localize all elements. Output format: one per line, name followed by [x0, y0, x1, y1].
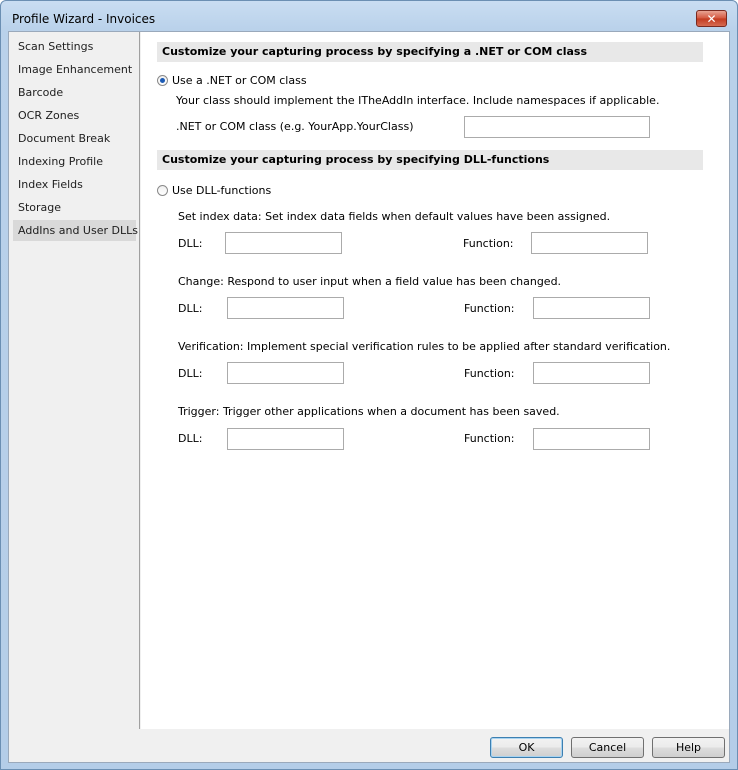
- change-description: Change: Respond to user input when a fie…: [178, 275, 562, 288]
- sidebar-item-index-fields[interactable]: Index Fields: [13, 174, 136, 195]
- net-class-radio-label[interactable]: Use a .NET or COM class: [172, 74, 307, 87]
- settings-panel: Customize your capturing process by spec…: [141, 32, 729, 729]
- sidebar-item-addins-user-dlls[interactable]: AddIns and User DLLs: [13, 220, 138, 241]
- title-bar[interactable]: Profile Wizard - Invoices ✕: [1, 1, 737, 33]
- sidebar-item-barcode[interactable]: Barcode: [13, 82, 136, 103]
- sidebar-item-indexing-profile[interactable]: Indexing Profile: [13, 151, 136, 172]
- verification-description: Verification: Implement special verifica…: [178, 340, 671, 353]
- sidebar-item-scan-settings[interactable]: Scan Settings: [13, 36, 136, 57]
- wizard-sidebar: Scan Settings Image Enhancement Barcode …: [9, 32, 140, 729]
- close-icon: ✕: [706, 12, 717, 26]
- trigger-function-input[interactable]: [533, 428, 650, 450]
- trigger-description: Trigger: Trigger other applications when…: [178, 405, 560, 418]
- sidebar-item-storage[interactable]: Storage: [13, 197, 136, 218]
- help-button[interactable]: Help: [652, 737, 725, 758]
- net-class-input[interactable]: [464, 116, 650, 138]
- dialog-button-bar: OK Cancel Help: [9, 729, 729, 762]
- net-class-label: .NET or COM class (e.g. YourApp.YourClas…: [176, 120, 414, 133]
- set-index-dll-input[interactable]: [225, 232, 342, 254]
- verification-dll-label: DLL:: [178, 367, 203, 380]
- set-index-function-input[interactable]: [531, 232, 648, 254]
- trigger-dll-label: DLL:: [178, 432, 203, 445]
- trigger-dll-input[interactable]: [227, 428, 344, 450]
- change-dll-input[interactable]: [227, 297, 344, 319]
- net-class-radio-row[interactable]: Use a .NET or COM class: [157, 73, 307, 89]
- change-dll-label: DLL:: [178, 302, 203, 315]
- change-function-input[interactable]: [533, 297, 650, 319]
- sidebar-item-ocr-zones[interactable]: OCR Zones: [13, 105, 136, 126]
- dll-section-header: Customize your capturing process by spec…: [157, 150, 703, 170]
- net-section-header: Customize your capturing process by spec…: [157, 42, 703, 62]
- change-function-label: Function:: [464, 302, 515, 315]
- set-index-function-label: Function:: [463, 237, 514, 250]
- dialog-client: Scan Settings Image Enhancement Barcode …: [8, 31, 730, 763]
- dll-functions-radio-label[interactable]: Use DLL-functions: [172, 184, 271, 197]
- close-button[interactable]: ✕: [696, 10, 727, 27]
- cancel-button[interactable]: Cancel: [571, 737, 644, 758]
- dll-functions-radio[interactable]: [157, 185, 168, 196]
- set-index-data-description: Set index data: Set index data fields wh…: [178, 210, 611, 223]
- ok-button[interactable]: OK: [490, 737, 563, 758]
- set-index-dll-label: DLL:: [178, 237, 203, 250]
- verification-function-input[interactable]: [533, 362, 650, 384]
- verification-function-label: Function:: [464, 367, 515, 380]
- trigger-function-label: Function:: [464, 432, 515, 445]
- net-class-description: Your class should implement the ITheAddI…: [176, 94, 660, 107]
- window-title: Profile Wizard - Invoices: [12, 12, 156, 26]
- dll-functions-radio-row[interactable]: Use DLL-functions: [157, 183, 271, 199]
- sidebar-item-document-break[interactable]: Document Break: [13, 128, 136, 149]
- verification-dll-input[interactable]: [227, 362, 344, 384]
- sidebar-item-image-enhancement[interactable]: Image Enhancement: [13, 59, 136, 80]
- wizard-window: Profile Wizard - Invoices ✕ Scan Setting…: [0, 0, 738, 770]
- net-class-radio[interactable]: [157, 75, 168, 86]
